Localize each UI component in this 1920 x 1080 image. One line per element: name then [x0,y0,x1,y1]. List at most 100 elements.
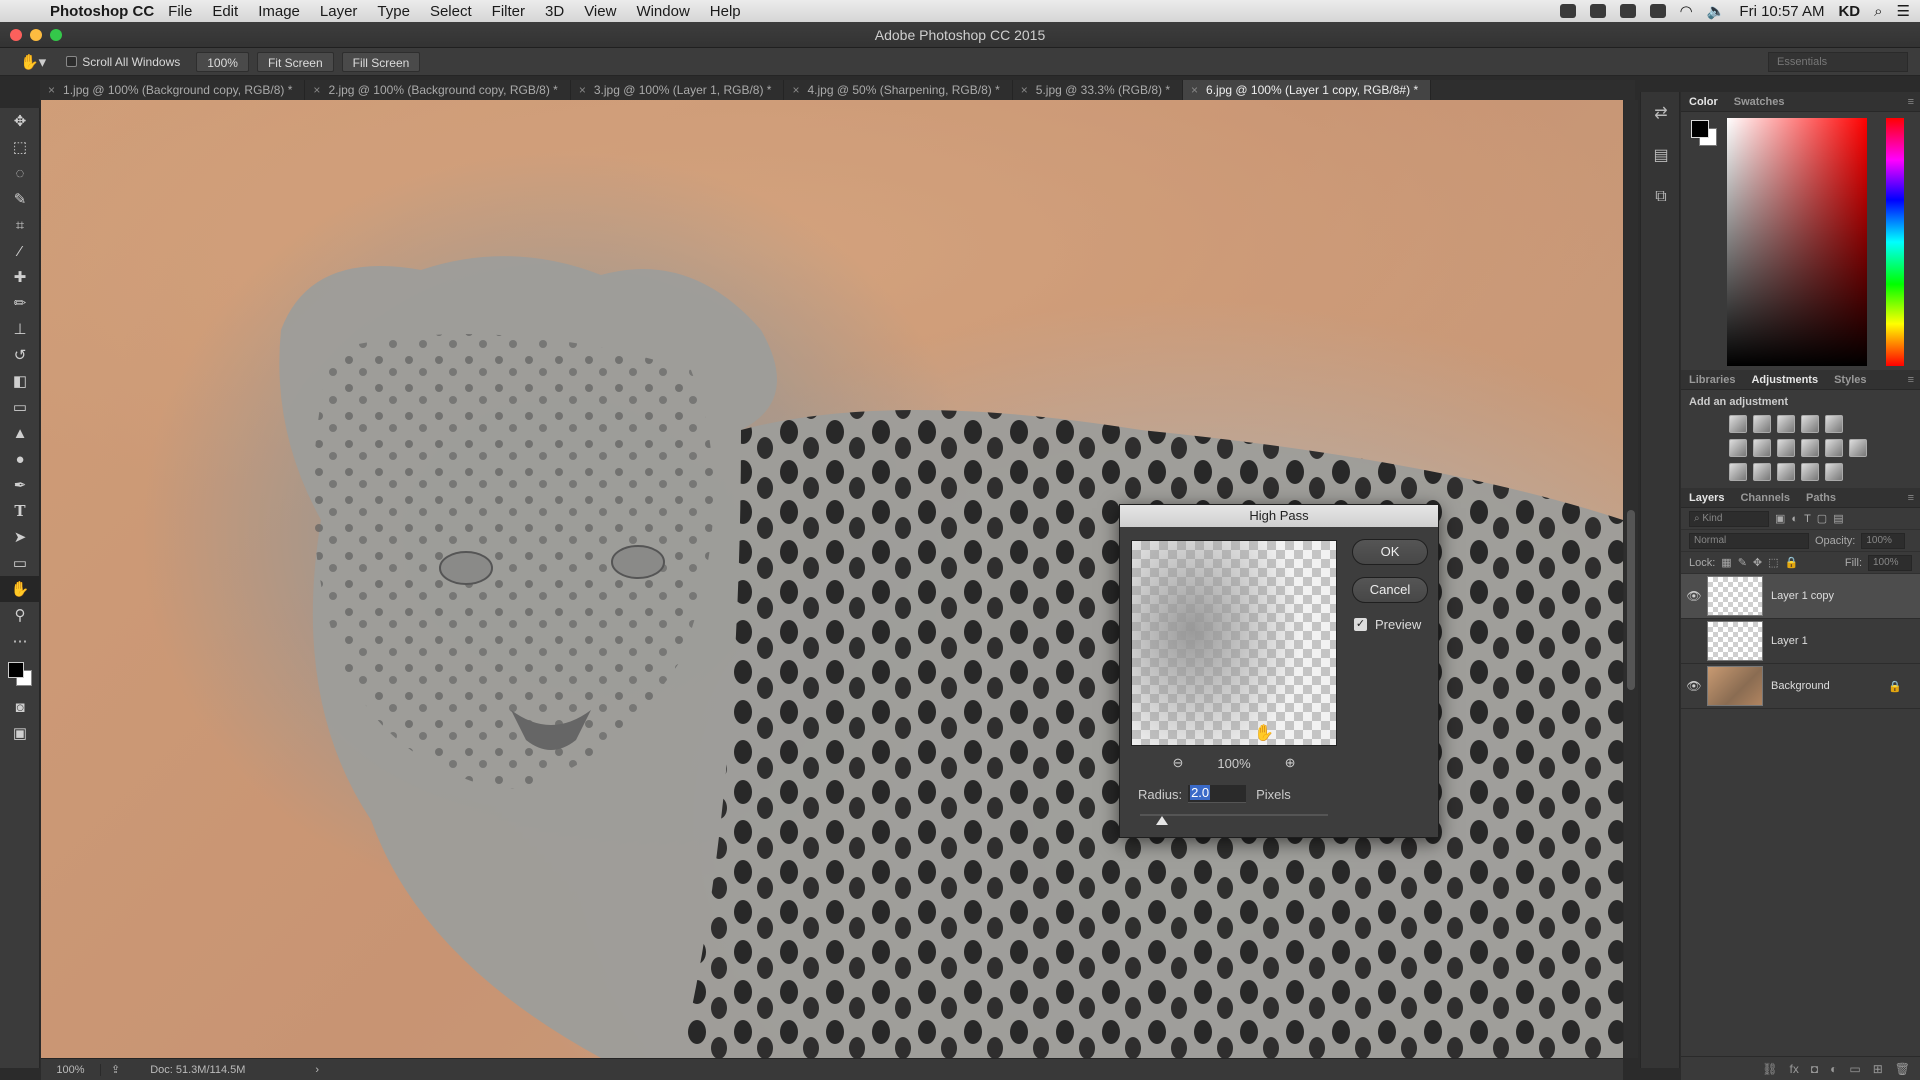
export-icon[interactable]: ⇪ [111,1063,120,1076]
panel-menu-icon[interactable]: ≡ [1908,492,1914,504]
status-zoom-level[interactable]: 100% [41,1063,101,1076]
filter-adjustment-icon[interactable]: ◐ [1791,513,1798,525]
exposure-icon[interactable] [1801,415,1819,433]
menu-image[interactable]: Image [258,3,300,20]
color-lookup-icon[interactable] [1849,439,1867,457]
close-tab-icon[interactable]: × [1021,83,1028,97]
hue-slider[interactable] [1886,118,1904,366]
status-menu-arrow-icon[interactable]: › [315,1064,319,1076]
dodge-tool-icon[interactable]: ● [0,446,40,472]
radius-input[interactable]: 2.0 [1188,785,1247,803]
volume-icon[interactable]: 🔈 [1707,2,1726,20]
zoom-out-icon[interactable]: ⊖ [1172,755,1183,771]
tab-3-jpg[interactable]: × 3.jpg @ 100% (Layer 1, RGB/8) * [571,80,785,100]
layer-row-layer-1-copy[interactable]: 👁 Layer 1 copy [1681,574,1920,619]
layer-visibility-eye-icon[interactable]: 👁 [1681,589,1707,603]
menu-window[interactable]: Window [636,3,689,20]
user-menu[interactable]: KD [1838,3,1860,20]
tab-5-jpg[interactable]: × 5.jpg @ 33.3% (RGB/8) * [1013,80,1184,100]
app-menu[interactable]: Photoshop CC [50,3,154,20]
tab-1-jpg[interactable]: × 1.jpg @ 100% (Background copy, RGB/8) * [40,80,306,100]
layer-visibility-eye-icon[interactable]: 👁 [1681,679,1707,693]
curves-icon[interactable] [1777,415,1795,433]
scroll-all-windows-checkbox[interactable] [66,56,78,67]
dialog-title[interactable]: High Pass [1120,505,1438,527]
brightness-contrast-icon[interactable] [1729,415,1747,433]
radius-slider-thumb[interactable] [1156,816,1168,825]
tab-layers[interactable]: Layers [1681,492,1732,504]
tab-4-jpg[interactable]: × 4.jpg @ 50% (Sharpening, RGB/8) * [784,80,1013,100]
pen-tool-icon[interactable]: ✒ [0,472,40,498]
menu-view[interactable]: View [584,3,616,20]
foreground-color-swatch[interactable] [8,662,24,678]
layer-style-icon[interactable]: fx [1790,1062,1799,1076]
zoom-in-icon[interactable]: ⊕ [1285,755,1296,771]
add-mask-icon[interactable]: ◘ [1811,1062,1818,1076]
opacity-input[interactable]: 100% [1861,532,1906,549]
layer-row-background[interactable]: 👁 Background 🔒 [1681,664,1920,709]
tab-swatches[interactable]: Swatches [1726,96,1793,108]
close-tab-icon[interactable]: × [48,83,55,97]
zoom-100-button[interactable]: 100% [196,51,249,72]
tab-2-jpg[interactable]: × 2.jpg @ 100% (Background copy, RGB/8) * [305,80,571,100]
photo-filter-icon[interactable] [1801,439,1819,457]
path-select-tool-icon[interactable]: ➤ [0,524,40,550]
layer-row-layer-1[interactable]: Layer 1 [1681,619,1920,664]
new-layer-icon[interactable]: ⊞ [1873,1062,1883,1076]
color-balance-icon[interactable] [1753,439,1771,457]
hand-tool-icon[interactable]: ✋ [0,576,40,602]
fill-input[interactable]: 100% [1868,554,1912,571]
delete-layer-icon[interactable]: 🗑 [1895,1062,1910,1076]
threshold-icon[interactable] [1777,463,1795,481]
history-panel-icon[interactable]: ⇄ [1641,92,1681,134]
clock[interactable]: Fri 10:57 AM [1739,3,1824,20]
fit-screen-button[interactable]: Fit Screen [256,51,334,72]
menu-select[interactable]: Select [430,3,472,20]
layer-name[interactable]: Layer 1 copy [1771,590,1834,602]
lasso-tool-icon[interactable]: ◌ [0,160,40,186]
notification-center-icon[interactable]: ☰ [1897,2,1910,20]
gradient-map-icon[interactable] [1801,463,1819,481]
canvas-vertical-scrollbar[interactable] [1624,100,1638,1058]
properties-panel-icon[interactable]: ▤ [1641,134,1681,176]
channel-mixer-icon[interactable] [1825,439,1843,457]
lock-transparent-icon[interactable]: ▦ [1721,556,1731,569]
panel-menu-icon[interactable]: ≡ [1908,96,1914,108]
preview-toggle[interactable]: ✓ Preview [1354,617,1421,632]
zoom-tool-icon[interactable]: ⚲ [0,602,40,628]
menu-help[interactable]: Help [710,3,741,20]
layer-name[interactable]: Layer 1 [1771,635,1808,647]
filter-shape-icon[interactable]: ▢ [1817,512,1827,525]
lock-artboard-icon[interactable]: ⬚ [1768,556,1778,569]
quick-mask-icon[interactable]: ◙ [0,694,40,720]
new-group-icon[interactable]: ▭ [1849,1062,1860,1076]
marquee-tool-icon[interactable]: ⬚ [0,134,40,160]
close-tab-icon[interactable]: × [1191,83,1198,97]
menu-3d[interactable]: 3D [545,3,564,20]
tab-paths[interactable]: Paths [1798,492,1844,504]
sync-icon[interactable] [1589,4,1606,18]
foreground-background-colors[interactable] [0,654,40,694]
eraser-tool-icon[interactable]: ◧ [0,368,40,394]
shape-tool-icon[interactable]: ▭ [0,550,40,576]
color-picker-field[interactable] [1727,118,1867,366]
more-tools-icon[interactable]: ⋯ [0,628,40,654]
close-tab-icon[interactable]: × [792,83,799,97]
menu-file[interactable]: File [168,3,192,20]
cancel-button[interactable]: Cancel [1352,577,1428,603]
scroll-all-windows-toggle[interactable]: Scroll All Windows [66,55,180,69]
tray-app-icon[interactable] [1649,4,1666,18]
menu-edit[interactable]: Edit [212,3,238,20]
filter-preview[interactable]: ✋ [1131,540,1337,746]
layer-kind-filter[interactable]: ⌕ Kind [1689,510,1769,527]
close-tab-icon[interactable]: × [313,83,320,97]
scrollbar-thumb[interactable] [1627,510,1635,690]
ok-button[interactable]: OK [1352,539,1428,565]
filter-type-icon[interactable]: T [1804,513,1811,525]
tab-channels[interactable]: Channels [1732,492,1798,504]
screen-mode-icon[interactable]: ▣ [0,720,40,746]
menu-type[interactable]: Type [377,3,410,20]
blend-mode-select[interactable]: Normal [1689,532,1809,549]
creative-cloud-icon[interactable] [1559,4,1576,18]
filter-smart-object-icon[interactable]: ▤ [1833,512,1843,525]
